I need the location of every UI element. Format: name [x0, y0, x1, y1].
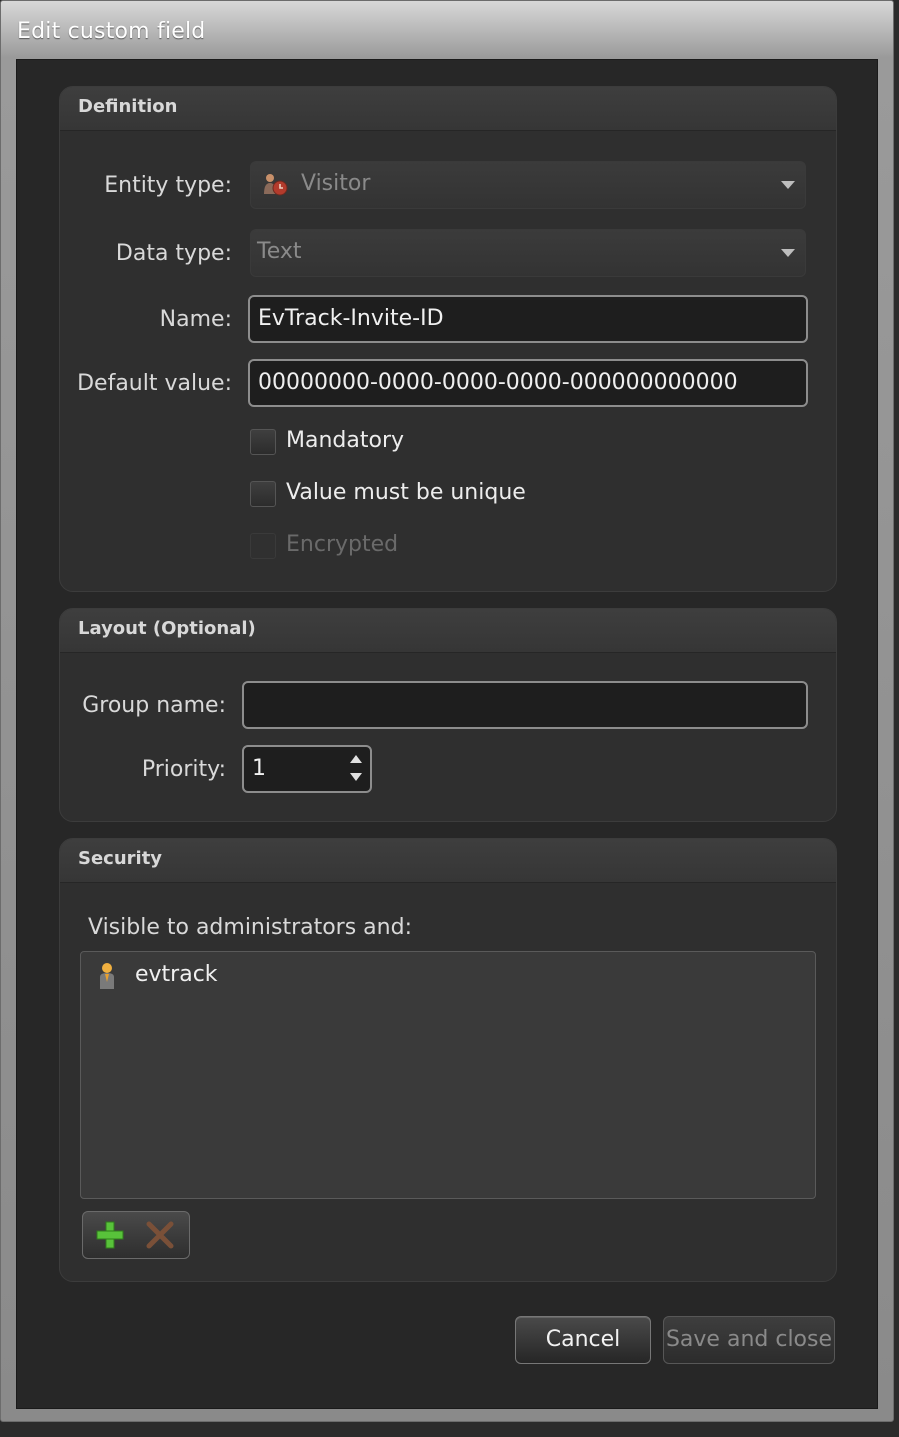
- name-label: Name:: [159, 307, 232, 332]
- cancel-button[interactable]: Cancel: [515, 1316, 651, 1364]
- layout-group: Layout (Optional) Group name: Priority: …: [59, 608, 837, 822]
- priority-spinner[interactable]: 1: [242, 745, 372, 793]
- arrow-up-icon[interactable]: [350, 755, 362, 763]
- definition-header: Definition: [60, 87, 836, 131]
- group-name-input[interactable]: [242, 681, 808, 729]
- edit-custom-field-dialog: Edit custom field Definition Entity type…: [0, 0, 894, 1422]
- visible-to-label: Visible to administrators and:: [88, 915, 412, 940]
- default-value-label: Default value:: [77, 371, 232, 396]
- data-type-label: Data type:: [115, 241, 232, 266]
- chevron-down-icon: [781, 181, 795, 189]
- default-value-input[interactable]: 00000000-0000-0000-0000-000000000000: [248, 359, 808, 407]
- users-listbox[interactable]: evtrack: [80, 951, 816, 1199]
- visitor-icon: [261, 172, 289, 198]
- name-input[interactable]: EvTrack-Invite-ID: [248, 295, 808, 343]
- dialog-content: Definition Entity type: Visitor Data typ…: [16, 59, 878, 1409]
- group-name-label: Group name:: [82, 693, 226, 718]
- security-header: Security: [60, 839, 836, 883]
- priority-label: Priority:: [141, 757, 226, 782]
- plus-icon: [95, 1220, 125, 1254]
- mandatory-label: Mandatory: [286, 428, 405, 453]
- remove-user-button[interactable]: [139, 1216, 179, 1254]
- user-name: evtrack: [135, 962, 218, 987]
- unique-checkbox[interactable]: [250, 481, 276, 507]
- security-group: Security Visible to administrators and: …: [59, 838, 837, 1282]
- encrypted-checkbox: [250, 533, 276, 559]
- entity-type-label: Entity type:: [104, 173, 232, 198]
- encrypted-label: Encrypted: [286, 532, 399, 557]
- data-type-dropdown[interactable]: Text: [250, 229, 806, 277]
- data-type-value: Text: [257, 239, 302, 264]
- entity-type-value: Visitor: [301, 171, 371, 196]
- x-icon: [145, 1220, 175, 1254]
- window-title: Edit custom field: [17, 19, 206, 44]
- unique-label: Value must be unique: [286, 480, 526, 505]
- spin-buttons[interactable]: [350, 755, 364, 783]
- entity-type-dropdown[interactable]: Visitor: [250, 161, 806, 209]
- mandatory-checkbox[interactable]: [250, 429, 276, 455]
- chevron-down-icon: [781, 249, 795, 257]
- save-and-close-button[interactable]: Save and close: [663, 1316, 835, 1364]
- user-icon: [95, 962, 119, 990]
- add-user-button[interactable]: [89, 1216, 129, 1254]
- priority-value: 1: [252, 756, 266, 781]
- definition-group: Definition Entity type: Visitor Data typ…: [59, 86, 837, 592]
- users-toolbar: [82, 1211, 190, 1259]
- arrow-down-icon[interactable]: [350, 773, 362, 781]
- layout-header: Layout (Optional): [60, 609, 836, 653]
